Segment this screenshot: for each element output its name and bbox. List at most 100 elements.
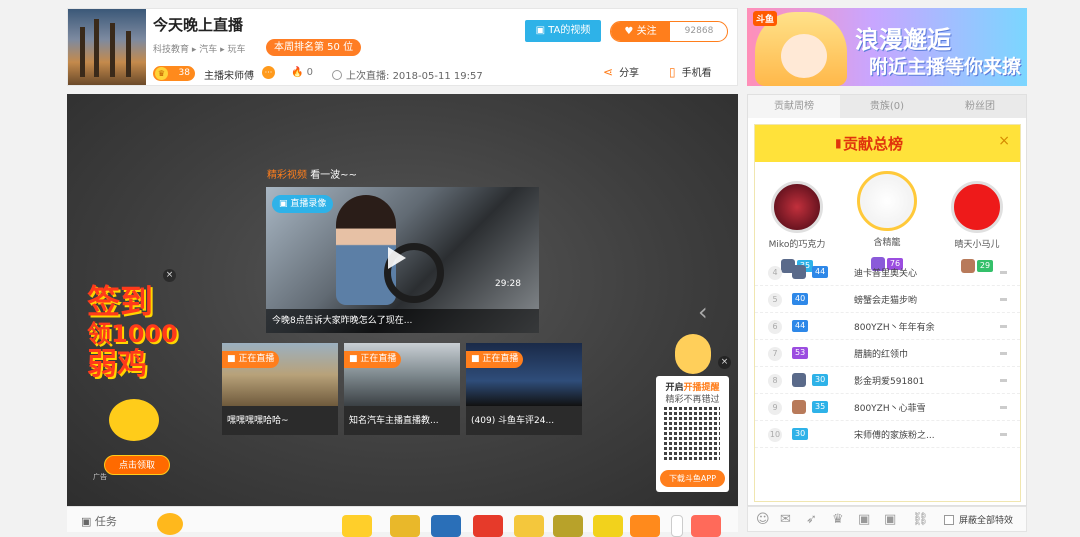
gift-icon[interactable] [390, 515, 420, 537]
tab-nobles[interactable]: 贵族(0) [841, 95, 933, 118]
task-icon: ▣ [81, 515, 92, 528]
contribution-panel: ▮ 贡献总榜 × Miko的巧克力 35 含精籠 76 晴天小马儿 29 444… [754, 124, 1021, 502]
mail-icon[interactable]: ✉ [780, 512, 791, 527]
gift-icon[interactable] [691, 515, 721, 537]
avatar [771, 181, 823, 233]
gift-icon[interactable] [342, 515, 372, 537]
anchor-name[interactable]: 主播宋师傅 [204, 67, 254, 82]
clock-icon [332, 70, 342, 80]
live-tag: ■ 正在直播 [466, 351, 524, 368]
mascot-icon [675, 334, 711, 374]
emoji-icon[interactable]: ☺ [756, 512, 770, 527]
sidebar-tabs: 贡献周榜 贵族(0) 粉丝团 [748, 95, 1026, 118]
panel-title: 贡献总榜 [843, 135, 904, 153]
gift-icon[interactable] [630, 515, 660, 537]
claim-button[interactable]: 点击领取 [104, 455, 170, 475]
close-icon[interactable]: × [998, 133, 1010, 149]
shield-effects-checkbox[interactable] [944, 515, 954, 525]
gift-icon[interactable]: ▣ [884, 512, 896, 527]
tab-weekly-contribution[interactable]: 贡献周榜 [748, 95, 840, 118]
close-icon[interactable]: × [718, 356, 731, 369]
user-name: 含精籠 [873, 238, 901, 248]
anchor-avatar[interactable] [68, 9, 146, 85]
link-icon[interactable]: ⛓ [912, 512, 929, 527]
replay-tag: ▣ 直播录像 [272, 195, 334, 213]
recommended-live-card[interactable]: ■ 正在直播 知名汽车主播直播教... [344, 343, 460, 435]
breadcrumb: 科技教育 ▸ 汽车 ▸ 玩车 [153, 45, 246, 55]
top3-user[interactable]: 晴天小马儿 29 [935, 181, 1019, 273]
follow-button[interactable]: ♥ 关注 [611, 22, 670, 41]
film-icon: ▣ [535, 25, 546, 36]
camera-icon: ■ [471, 354, 480, 364]
top3-user[interactable]: Miko的巧克力 35 [755, 181, 839, 273]
video-caption: 今晚8点告诉大家昨晚怎么了现在... [266, 309, 539, 333]
ad-label: 广告 [93, 473, 107, 481]
live-caption: (409) 斗鱼车评24... [471, 416, 555, 426]
last-live: 上次直播: 2018-05-11 19:57 [332, 67, 483, 82]
play-icon[interactable] [388, 247, 406, 269]
live-caption: 知名汽车主播直播教... [349, 416, 439, 426]
app-download-popup[interactable]: 开启开播提醒 精彩不再错过 下载斗鱼APP [656, 376, 729, 492]
contribution-sidebar: 贡献周榜 贵族(0) 粉丝团 ▮ 贡献总榜 × Miko的巧克力 35 含精籠 … [747, 94, 1027, 506]
follow-control[interactable]: ♥ 关注 92868 [610, 21, 728, 42]
douyu-logo: 斗鱼 [753, 11, 778, 26]
live-tag: ■ 正在直播 [222, 351, 280, 368]
shield-effects-label: 屏蔽全部特效 [959, 516, 1014, 526]
rocket-icon[interactable]: ➶ [806, 512, 817, 527]
gift-icon[interactable] [431, 515, 461, 537]
highlight-video-card[interactable]: ▣ 直播录像 29:28 今晚8点告诉大家昨晚怎么了现在... [266, 187, 539, 333]
task-button[interactable]: ▣ 任务 [81, 513, 117, 529]
share-button[interactable]: ⋖ 分享 [603, 64, 639, 79]
heart-icon: ♥ [624, 26, 634, 37]
phone-icon: ▯ [669, 65, 676, 79]
ad-subline: 附近主播等你来撩 [869, 56, 1022, 78]
chevron-left-icon[interactable]: ‹ [698, 298, 708, 326]
ta-video-button[interactable]: ▣ TA的视频 [525, 20, 601, 42]
rank-row[interactable]: 5 40 螃蟹会走猫步哟 [755, 286, 1020, 313]
rank-row[interactable]: 9 35 800YZH丶心菲雪 [755, 394, 1020, 421]
recommended-live-card[interactable]: ■ 正在直播 (409) 斗鱼车评24... [466, 343, 582, 435]
gift-icon[interactable] [473, 515, 503, 537]
breadcrumb-item[interactable]: 科技教育 [153, 45, 189, 55]
gift-icon[interactable] [514, 515, 544, 537]
download-app-button[interactable]: 下载斗鱼APP [660, 470, 725, 487]
share-icon: ⋖ [603, 65, 614, 79]
gift-icon[interactable] [593, 515, 623, 537]
video-duration: 29:28 [495, 279, 521, 289]
rank-row[interactable]: 8 30 影金玥爱591801 [755, 367, 1020, 394]
video-player[interactable]: 精彩视频 看一波~~ ▣ 直播录像 29:28 今晚8点告诉大家昨晚怎么了现在.… [67, 94, 738, 506]
rank-row[interactable]: 7 53 腊腩的红领巾 [755, 340, 1020, 367]
tab-fan-club[interactable]: 粉丝团 [934, 95, 1026, 118]
duck-mascot-icon [109, 399, 159, 441]
avatar [857, 171, 917, 231]
chat-toolbar: ☺ ✉ ➶ ♛ ▣ ▣ ⛓ 屏蔽全部特效 [747, 506, 1027, 532]
signin-line: 弱鸡 [87, 347, 147, 382]
ad-headline: 浪漫邂逅 [855, 26, 951, 54]
crown-icon[interactable]: ♛ [832, 512, 844, 527]
close-icon[interactable]: × [163, 269, 176, 282]
avatar [951, 181, 1003, 233]
hot-count: 🔥 0 [291, 67, 314, 78]
breadcrumb-item[interactable]: 玩车 [228, 45, 246, 55]
gift-icon[interactable] [671, 515, 683, 537]
camera-icon: ■ [227, 354, 236, 364]
recommended-live-card[interactable]: ■ 正在直播 嘿嘿嘿嘿哈哈~ [222, 343, 338, 435]
message-icon[interactable]: ··· [262, 66, 275, 79]
ad-banner[interactable]: 斗鱼 浪漫邂逅 附近主播等你来撩 [747, 8, 1027, 86]
fire-icon: 🔥 [291, 67, 304, 78]
rank-row[interactable]: 6 44 800YZH丶年年有余 [755, 313, 1020, 340]
badge-icon[interactable]: ▣ [858, 512, 870, 527]
top3-user[interactable]: 含精籠 76 [845, 171, 929, 271]
signin-ad[interactable]: 签到 领1000 弱鸡 [87, 284, 179, 382]
rank-row[interactable]: 10 30 宋师傅的家族粉之... [755, 421, 1020, 448]
breadcrumb-item[interactable]: 汽车 [199, 45, 217, 55]
shield-icon [792, 400, 806, 414]
follower-count: 92868 [684, 26, 714, 36]
room-header: 今天晚上直播 科技教育 ▸ 汽车 ▸ 玩车 本周排名第 50 位 ♛ 38 主播宋… [67, 8, 738, 86]
weekly-rank-badge[interactable]: 本周排名第 50 位 [266, 39, 362, 56]
bar-chart-icon: ▮ [835, 136, 842, 150]
rank-row[interactable]: 4 44 迪卡普里奥关心 [755, 259, 1020, 286]
gift-icon[interactable] [553, 515, 583, 537]
phone-watch-button[interactable]: ▯ 手机看 [669, 64, 712, 79]
gift-bar: ▣ 任务 [67, 506, 738, 537]
